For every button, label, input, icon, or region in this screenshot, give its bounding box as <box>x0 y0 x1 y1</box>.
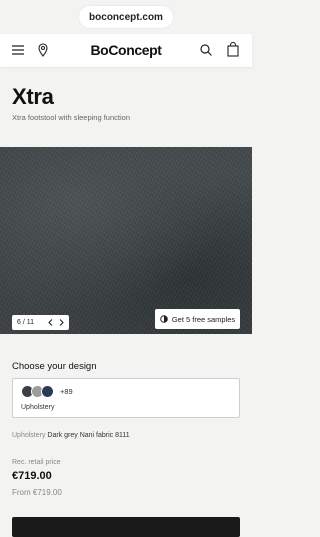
product-image-carousel[interactable] <box>0 147 252 334</box>
free-samples-label: Get 5 free samples <box>171 314 236 324</box>
product-title: Xtra <box>12 84 54 109</box>
browser-url-bar: boconcept.com <box>0 0 252 34</box>
more-swatches-count: +89 <box>60 387 73 396</box>
selected-upholstery: Upholstery Dark grey Nani fabric 8111 <box>12 432 130 439</box>
swatch-navy[interactable] <box>41 385 54 398</box>
price-from: From €719.00 <box>12 488 62 497</box>
add-to-basket-button[interactable] <box>12 517 240 537</box>
price-amount: €719.00 <box>12 470 52 482</box>
design-option-label: Upholstery <box>21 404 55 411</box>
fabric-sample-icon <box>160 315 168 323</box>
upholstery-label: Upholstery <box>12 432 46 439</box>
search-icon[interactable] <box>200 44 212 56</box>
choose-design-heading: Choose your design <box>12 361 97 372</box>
shopping-bag-icon[interactable] <box>227 42 239 57</box>
upholstery-value: Dark grey Nani fabric 8111 <box>47 432 130 439</box>
free-samples-button[interactable]: Get 5 free samples <box>155 309 240 329</box>
url-field[interactable]: boconcept.com <box>79 6 173 28</box>
boconcept-logo[interactable]: BoConcept <box>0 42 252 58</box>
product-subtitle: Xtra footstool with sleeping function <box>12 113 130 122</box>
price-label: Rec. retail price <box>12 459 61 466</box>
swatch-list: +89 <box>21 385 73 398</box>
carousel-counter: 6 / 11 <box>17 319 34 326</box>
design-selector[interactable]: +89 Upholstery <box>12 378 240 418</box>
carousel-pager: 6 / 11 <box>12 315 69 330</box>
chevron-left-icon[interactable] <box>48 319 53 326</box>
chevron-right-icon[interactable] <box>59 319 64 326</box>
site-header: BoConcept <box>0 34 252 67</box>
